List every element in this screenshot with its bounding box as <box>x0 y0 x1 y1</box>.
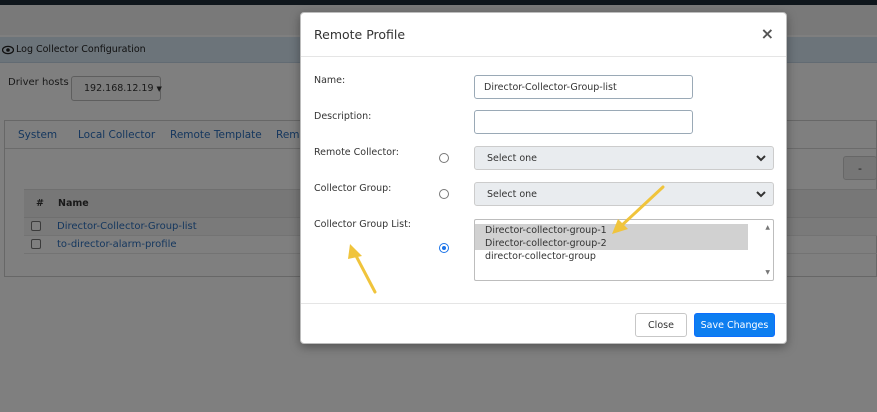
remote-collector-radio[interactable] <box>439 153 449 163</box>
remote-profile-modal: Remote Profile × Name: Director-Collecto… <box>300 12 787 344</box>
remote-collector-select[interactable]: Select one <box>474 146 774 170</box>
modal-header: Remote Profile × <box>301 13 786 57</box>
list-item[interactable]: director-collector-group <box>475 250 748 263</box>
description-input[interactable] <box>474 110 693 134</box>
modal-footer: Close Save Changes <box>301 303 786 345</box>
list-item[interactable]: Director-collector-group-1 <box>475 224 748 237</box>
collector-group-list-radio[interactable] <box>439 243 449 253</box>
collector-group-list-label: Collector Group List: <box>314 219 412 230</box>
collector-group-select[interactable]: Select one <box>474 182 774 206</box>
list-item[interactable]: Director-collector-group-2 <box>475 237 748 250</box>
modal-title: Remote Profile <box>314 27 406 42</box>
name-input[interactable]: Director-Collector-Group-list <box>474 75 693 99</box>
description-label: Description: <box>314 111 372 122</box>
chevron-down-icon <box>756 191 766 198</box>
collector-group-label: Collector Group: <box>314 183 392 194</box>
scroll-down-icon[interactable]: ▼ <box>765 269 770 276</box>
collector-group-radio[interactable] <box>439 189 449 199</box>
remote-collector-select-value: Select one <box>487 152 538 164</box>
name-input-value: Director-Collector-Group-list <box>484 81 617 93</box>
chevron-down-icon <box>756 155 766 162</box>
collector-group-list-box[interactable]: Director-collector-group-1 Director-coll… <box>474 219 774 281</box>
close-button[interactable]: Close <box>635 313 687 337</box>
collector-group-select-value: Select one <box>487 188 538 200</box>
scroll-up-icon[interactable]: ▲ <box>765 224 770 231</box>
remote-collector-label: Remote Collector: <box>314 147 399 158</box>
close-icon[interactable]: × <box>761 25 774 43</box>
save-changes-button[interactable]: Save Changes <box>694 313 775 337</box>
name-label: Name: <box>314 75 346 86</box>
